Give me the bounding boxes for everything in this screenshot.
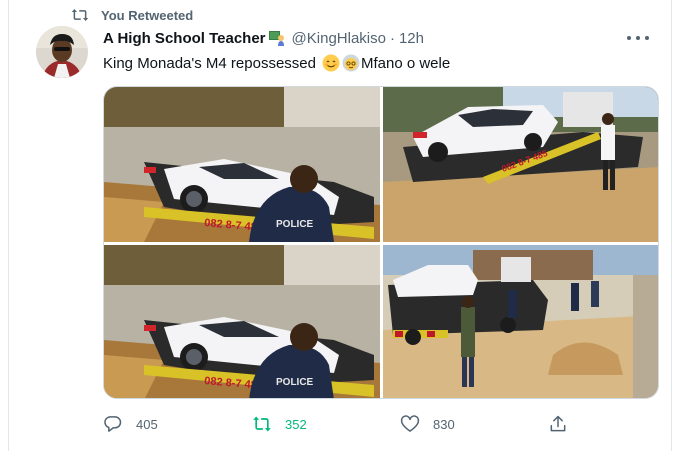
avatar[interactable] — [36, 26, 88, 78]
share-button[interactable] — [548, 412, 568, 436]
like-count: 830 — [433, 416, 455, 432]
retweet-banner: You Retweeted — [71, 7, 193, 23]
smiling-face-emoji — [322, 54, 340, 72]
retweet-icon — [71, 7, 89, 23]
photo-1-vest-text: POLICE — [276, 219, 314, 230]
tweet-text-main: King Monada's M4 repossessed — [103, 54, 316, 72]
retweet-count: 352 — [285, 416, 307, 432]
old-person-emoji — [342, 54, 360, 72]
retweet-button[interactable]: 352 — [252, 412, 307, 436]
photo-4[interactable] — [383, 245, 658, 398]
user-handle[interactable]: @KingHlakiso — [292, 30, 386, 47]
timestamp[interactable]: 12h — [399, 30, 424, 47]
photo-1[interactable]: 082 8-7 485 POLICE — [104, 87, 380, 242]
tweet-header: A High School Teacher @KingHlakiso · 12h — [103, 28, 655, 48]
more-options-icon[interactable] — [627, 30, 649, 46]
share-icon — [548, 414, 568, 434]
reply-button[interactable]: 405 — [103, 412, 158, 436]
reply-count: 405 — [136, 416, 158, 432]
tweet-card[interactable]: You Retweeted A High School Teacher @Kin… — [8, 0, 672, 451]
photo-3[interactable]: 082 8-7 485 POLICE — [104, 245, 380, 398]
heart-icon — [400, 414, 420, 434]
photo-2[interactable]: 082 8-7 485 — [383, 87, 658, 242]
action-bar: 405 352 830 — [103, 412, 583, 436]
retweet-banner-text: You Retweeted — [101, 7, 194, 23]
display-name[interactable]: A High School Teacher — [103, 30, 266, 47]
like-button[interactable]: 830 — [400, 412, 455, 436]
tweet-text-suffix: Mfano o wele — [360, 54, 451, 72]
media-grid: 082 8-7 485 POLICE 082 8-7 485 082 8-7 4… — [103, 86, 659, 399]
tweet-text: King Monada's M4 repossessed Mfano o wel… — [103, 52, 450, 74]
separator-dot: · — [389, 29, 395, 47]
retweet-icon — [252, 414, 272, 434]
reply-icon — [103, 414, 123, 434]
photo-3-vest-text: POLICE — [276, 377, 314, 388]
teacher-emoji — [268, 30, 286, 46]
